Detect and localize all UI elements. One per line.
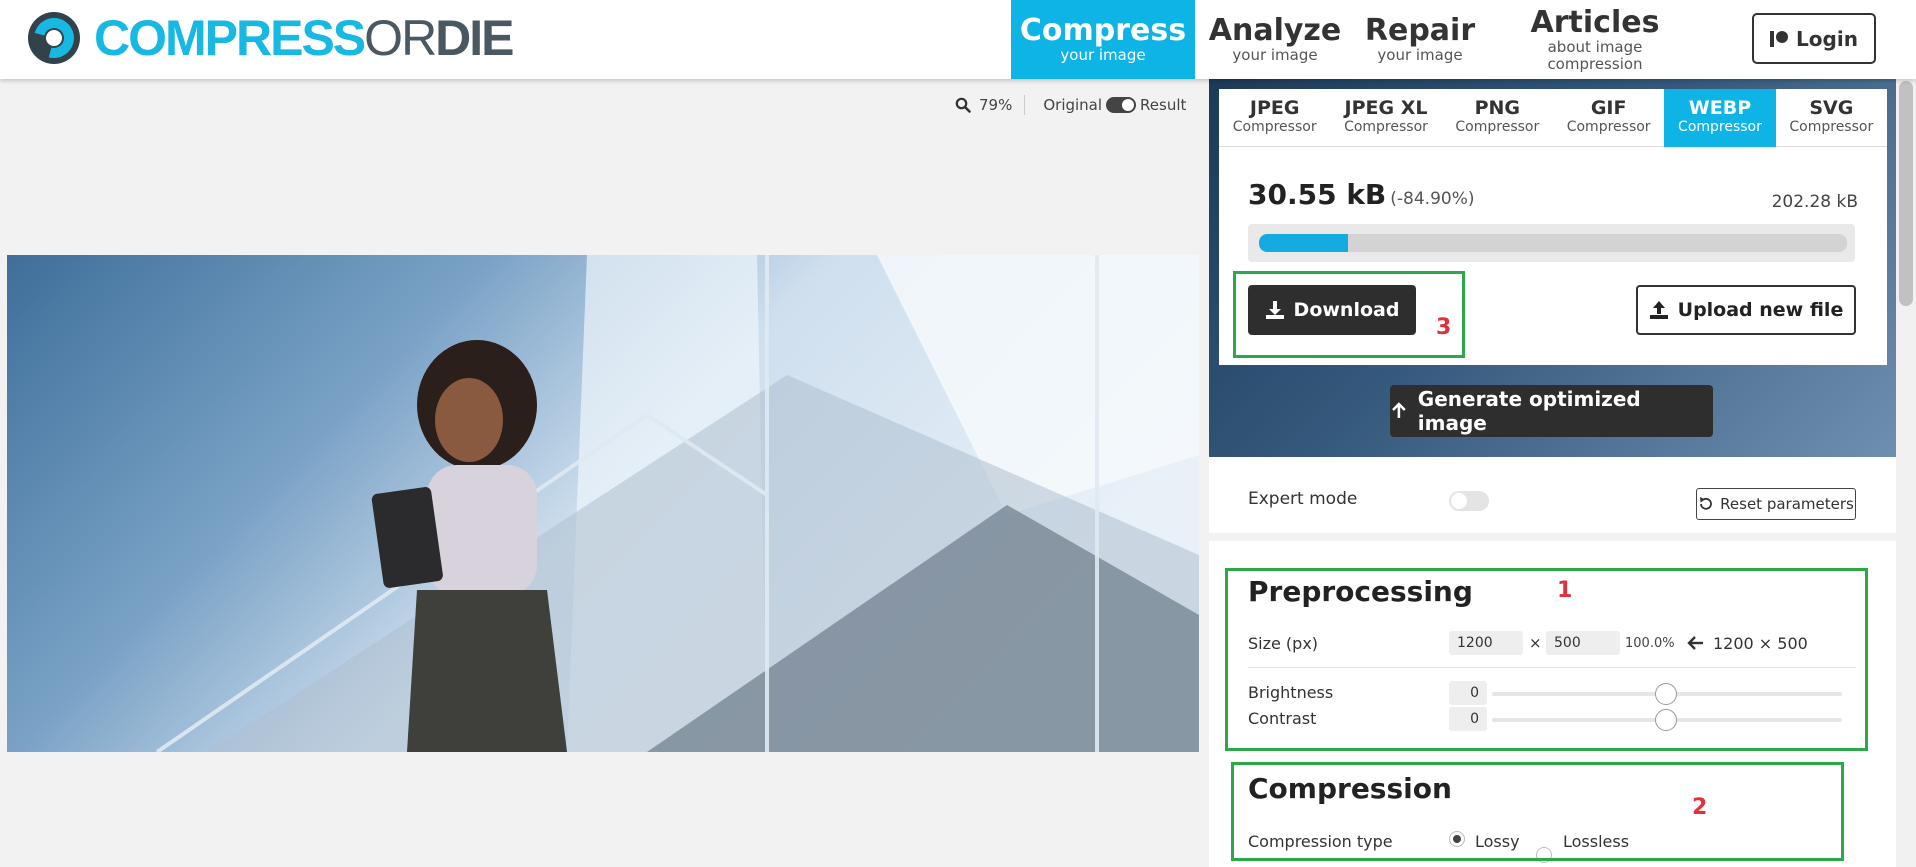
patreon-icon (1770, 30, 1789, 48)
nav-repair[interactable]: Repair your image (1360, 0, 1480, 79)
reset-icon (1700, 497, 1713, 510)
tab-title: WEBP (1688, 97, 1752, 119)
annotation-box-download (1233, 271, 1465, 358)
original-size: 202.28 kB (1771, 192, 1858, 212)
preview-photo (7, 255, 1199, 752)
upload-icon (1649, 301, 1668, 319)
nav-analyze[interactable]: Analyze your image (1205, 0, 1345, 79)
site-logo[interactable]: COMPRESSORDIE (26, 10, 515, 66)
compressed-size: 30.55 kB (1248, 178, 1387, 211)
nav-subtitle: your image (1060, 46, 1146, 64)
tab-subtitle: Compressor (1455, 119, 1540, 135)
nav-title: Analyze (1208, 13, 1342, 48)
upload-new-file-button[interactable]: Upload new file (1636, 285, 1856, 335)
nav-title: Repair (1364, 13, 1476, 48)
generate-optimized-image-button[interactable]: Generate optimized image (1390, 385, 1713, 437)
preview-image (7, 255, 1199, 752)
site-header: COMPRESSORDIE Compress your image Analyz… (0, 0, 1916, 79)
tab-jpeg-xl[interactable]: JPEG XL Compressor (1330, 89, 1442, 147)
tab-subtitle: Compressor (1232, 119, 1317, 135)
reset-label: Reset parameters (1720, 495, 1854, 513)
tab-title: GIF (1590, 97, 1627, 119)
tab-subtitle: Compressor (1566, 119, 1651, 135)
tab-jpeg[interactable]: JPEG Compressor (1219, 89, 1331, 147)
divider (1024, 95, 1026, 115)
tab-svg[interactable]: SVG Compressor (1775, 89, 1887, 147)
annotation-box-compression (1231, 762, 1844, 861)
login-label: Login (1796, 26, 1858, 51)
reset-parameters-button[interactable]: Reset parameters (1696, 488, 1856, 520)
size-progress-bar (1259, 234, 1847, 252)
size-reduction: (-84.90%) (1390, 189, 1475, 209)
annotation-number-3: 3 (1436, 315, 1452, 340)
generate-label: Generate optimized image (1417, 387, 1641, 435)
zoom-icon[interactable] (955, 97, 971, 113)
login-button[interactable]: Login (1752, 13, 1876, 64)
nav-articles[interactable]: Articles about image compression (1500, 0, 1690, 79)
arrow-up-icon (1392, 402, 1406, 418)
nav-title: Compress (1019, 13, 1187, 48)
expert-mode-toggle[interactable] (1449, 491, 1489, 511)
tab-webp[interactable]: WEBP Compressor (1664, 89, 1776, 147)
logo-icon (26, 10, 82, 66)
logo-text: COMPRESSORDIE (94, 10, 515, 66)
result-label: Result (1140, 96, 1187, 114)
annotation-number-1: 1 (1557, 578, 1573, 603)
tab-title: JPEG (1249, 97, 1300, 119)
tab-subtitle: Compressor (1678, 119, 1762, 135)
tab-title: PNG (1474, 97, 1521, 119)
expert-mode-label: Expert mode (1248, 489, 1358, 509)
nav-subtitle: about image compression (1547, 37, 1643, 73)
upload-label: Upload new file (1677, 299, 1844, 321)
original-result-toggle[interactable] (1106, 97, 1137, 113)
result-size: 30.55 kB (-84.90%) (1248, 178, 1475, 211)
tab-subtitle: Compressor (1789, 119, 1874, 135)
nav-title: Articles (1530, 4, 1660, 40)
nav-compress[interactable]: Compress your image (1011, 0, 1195, 79)
original-label: Original (1043, 96, 1103, 114)
format-tabs: JPEG Compressor JPEG XL Compressor PNG Comp… (1219, 89, 1887, 147)
annotation-box-preprocessing (1225, 568, 1868, 751)
nav-subtitle: your image (1377, 46, 1463, 64)
annotation-number-2: 2 (1692, 795, 1708, 820)
zoom-level[interactable]: 79% (979, 96, 1012, 114)
tab-png[interactable]: PNG Compressor (1441, 89, 1553, 147)
size-progress-fill (1259, 234, 1348, 252)
viewer-toolbar: 79% Original Result (955, 94, 1186, 116)
scrollbar-thumb[interactable] (1899, 81, 1913, 306)
tab-title: JPEG XL (1344, 97, 1428, 119)
tab-gif[interactable]: GIF Compressor (1552, 89, 1665, 147)
nav-subtitle: your image (1232, 46, 1318, 64)
tab-title: SVG (1809, 97, 1854, 119)
tab-subtitle: Compressor (1344, 119, 1428, 135)
